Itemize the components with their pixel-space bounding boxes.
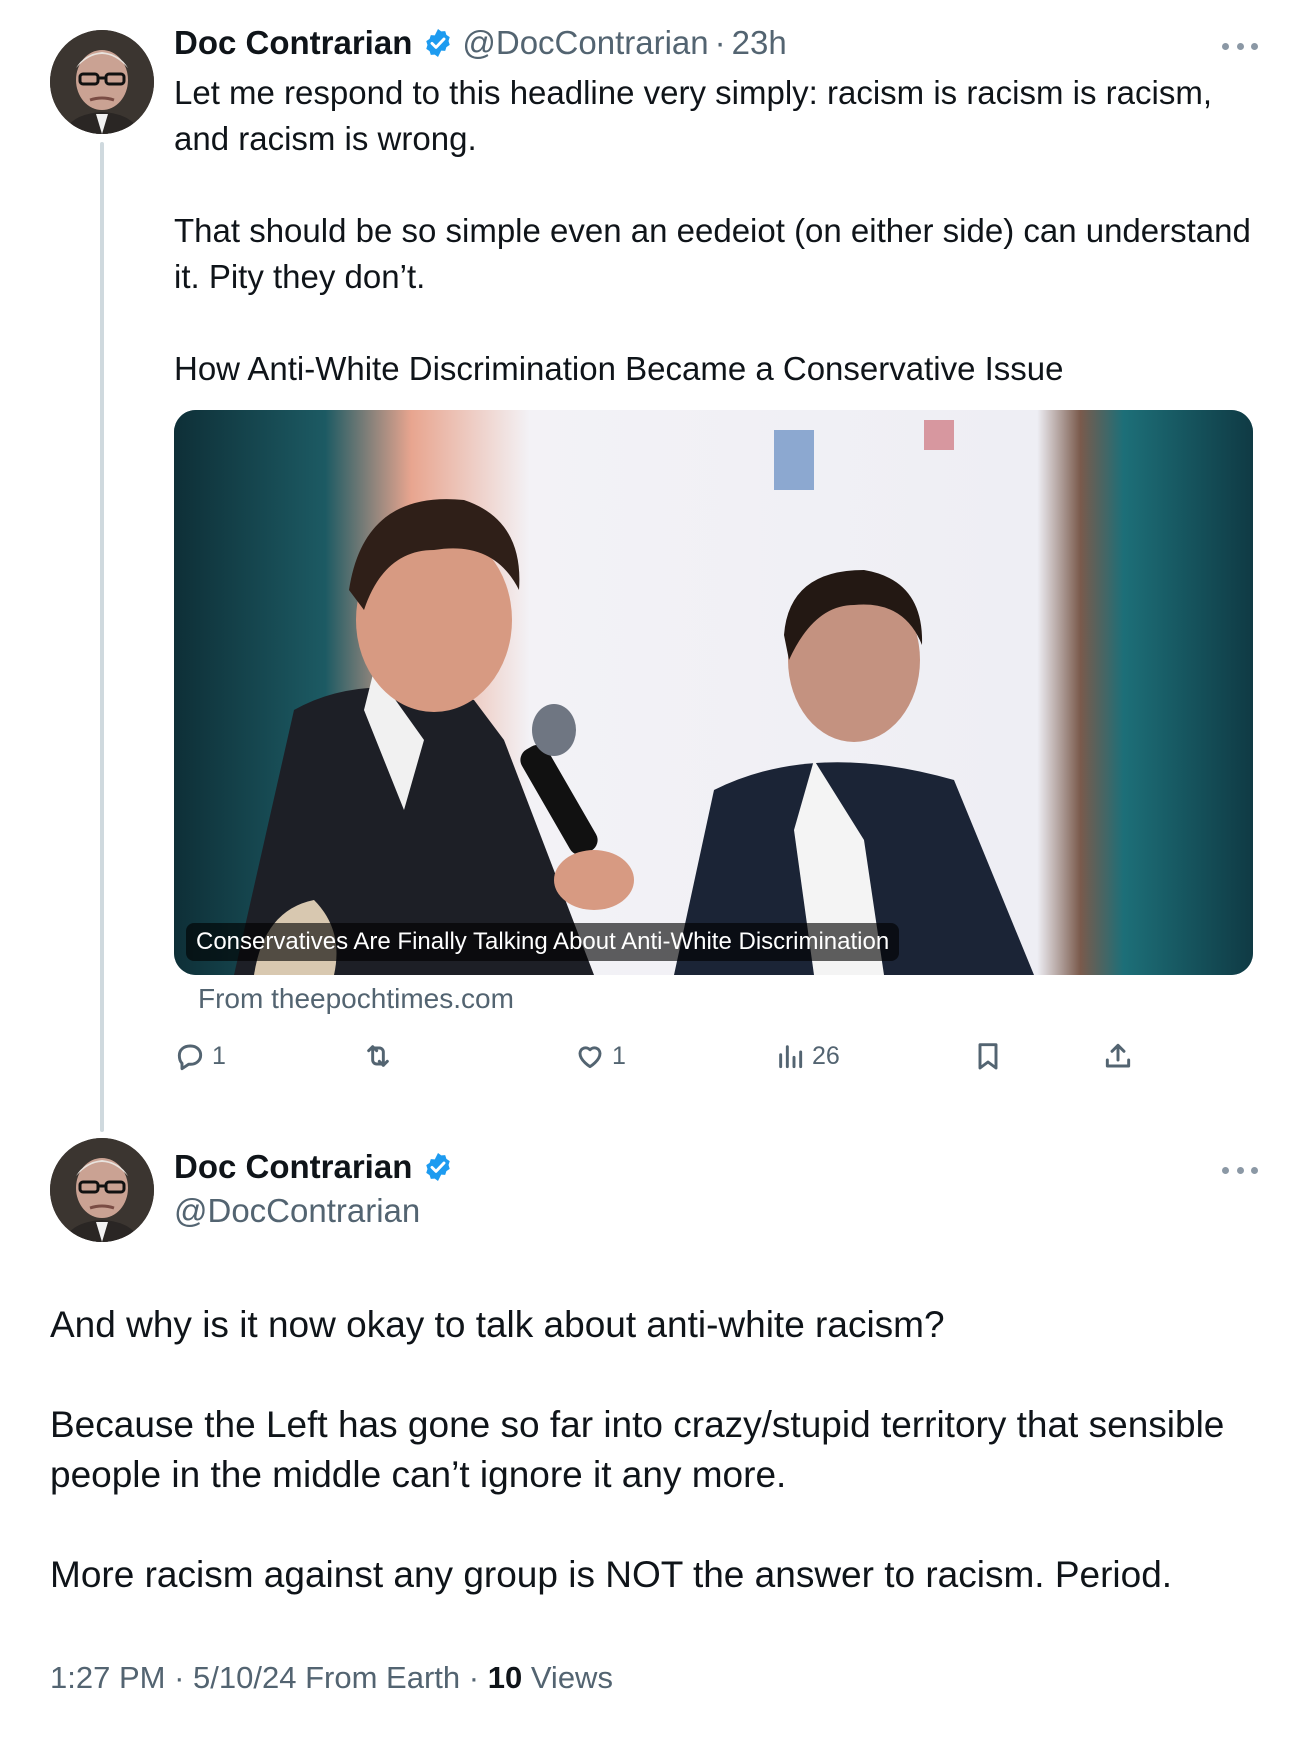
- author-avatar[interactable]: [50, 1138, 154, 1242]
- like-count: 1: [612, 1041, 626, 1070]
- share-button[interactable]: [1102, 1040, 1134, 1072]
- tweet-actions-bar: 1 1 26: [174, 1040, 1154, 1080]
- author-handle[interactable]: @DocContrarian: [462, 24, 708, 62]
- tweet-paragraph: And why is it now okay to talk about ant…: [50, 1304, 945, 1345]
- tweet-paragraph: That should be so simple even an eedeiot…: [174, 212, 1251, 295]
- separator-dot: ·: [468, 1660, 480, 1695]
- tweet-body: Let me respond to this headline very sim…: [174, 70, 1254, 392]
- card-source-domain[interactable]: From theepochtimes.com: [198, 983, 514, 1015]
- tweet-timestamp[interactable]: 1:27 PM: [50, 1660, 165, 1695]
- like-button[interactable]: 1: [574, 1040, 626, 1072]
- tweet-handle-row: @DocContrarian: [174, 1192, 420, 1230]
- tweet-source: From Earth: [305, 1660, 461, 1695]
- link-card-image[interactable]: Conservatives Are Finally Talking About …: [174, 410, 1253, 975]
- author-name[interactable]: Doc Contrarian: [174, 24, 412, 62]
- author-avatar[interactable]: [50, 30, 154, 134]
- separator-dot: ·: [714, 24, 726, 61]
- tweet-header: Doc Contrarian: [174, 1148, 462, 1186]
- bookmark-icon: [978, 1043, 998, 1070]
- tweet-paragraph: More racism against any group is NOT the…: [50, 1554, 1173, 1595]
- reply-count: 1: [212, 1041, 226, 1070]
- views-count: 10: [487, 1660, 523, 1695]
- reply-icon: [177, 1044, 203, 1071]
- tweet-metadata: 1:27 PM · 5/10/24 From Earth · 10 Views: [50, 1660, 613, 1696]
- thread-connector-line: [100, 142, 104, 1132]
- share-icon: [1105, 1043, 1131, 1068]
- reply-button[interactable]: 1: [174, 1040, 226, 1072]
- tweet-date[interactable]: 5/10/24: [193, 1660, 296, 1695]
- repost-button[interactable]: [362, 1040, 400, 1072]
- tweet-paragraph: Let me respond to this headline very sim…: [174, 74, 1212, 157]
- views-count: 26: [812, 1041, 840, 1070]
- card-caption: Conservatives Are Finally Talking About …: [186, 923, 900, 961]
- more-options-icon[interactable]: [1222, 1164, 1258, 1176]
- author-name[interactable]: Doc Contrarian: [174, 1148, 412, 1186]
- verified-badge-icon: [426, 29, 451, 57]
- tweet-time[interactable]: 23h: [732, 24, 787, 62]
- verified-badge-icon: [426, 1153, 451, 1181]
- views-button[interactable]: 26: [774, 1040, 840, 1072]
- bookmark-button[interactable]: [972, 1040, 1004, 1072]
- tweet-body: And why is it now okay to talk about ant…: [50, 1300, 1270, 1600]
- more-options-icon[interactable]: [1222, 40, 1258, 52]
- repost-icon: [367, 1045, 389, 1067]
- linked-headline: How Anti-White Discrimination Became a C…: [174, 350, 1064, 387]
- heart-icon: [578, 1046, 602, 1069]
- author-handle[interactable]: @DocContrarian: [174, 1192, 420, 1230]
- article-photo: [174, 410, 1253, 975]
- tweet-header: Doc Contrarian @DocContrarian · 23h: [174, 24, 787, 62]
- views-label: Views: [530, 1660, 613, 1695]
- separator-dot: ·: [174, 1660, 185, 1695]
- tweet-paragraph: Because the Left has gone so far into cr…: [50, 1404, 1225, 1495]
- views-chart-icon: [779, 1045, 803, 1069]
